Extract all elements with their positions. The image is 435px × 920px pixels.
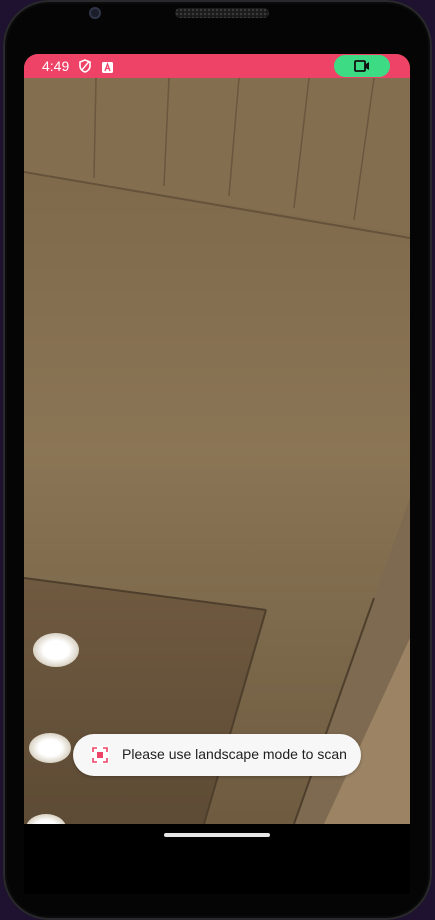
ceiling-light: [29, 733, 71, 763]
ceiling-light: [33, 633, 79, 667]
earpiece-speaker: [175, 8, 269, 18]
shield-icon: [79, 59, 91, 78]
status-bar: 4:49: [24, 54, 410, 78]
front-camera: [89, 7, 101, 19]
videocam-icon: [354, 60, 369, 72]
toast-text: Please use landscape mode to scan: [122, 746, 347, 762]
navigation-bar: [24, 824, 410, 894]
a-badge-icon: [102, 60, 113, 78]
home-indicator[interactable]: [164, 833, 270, 837]
camera-preview[interactable]: [24, 78, 410, 824]
recording-indicator[interactable]: [334, 55, 390, 77]
status-time: 4:49: [42, 58, 70, 74]
scan-icon: [91, 746, 109, 764]
toast-message: Please use landscape mode to scan: [73, 734, 361, 776]
screen: 4:49 Please use landscape mode to scan: [24, 54, 410, 824]
